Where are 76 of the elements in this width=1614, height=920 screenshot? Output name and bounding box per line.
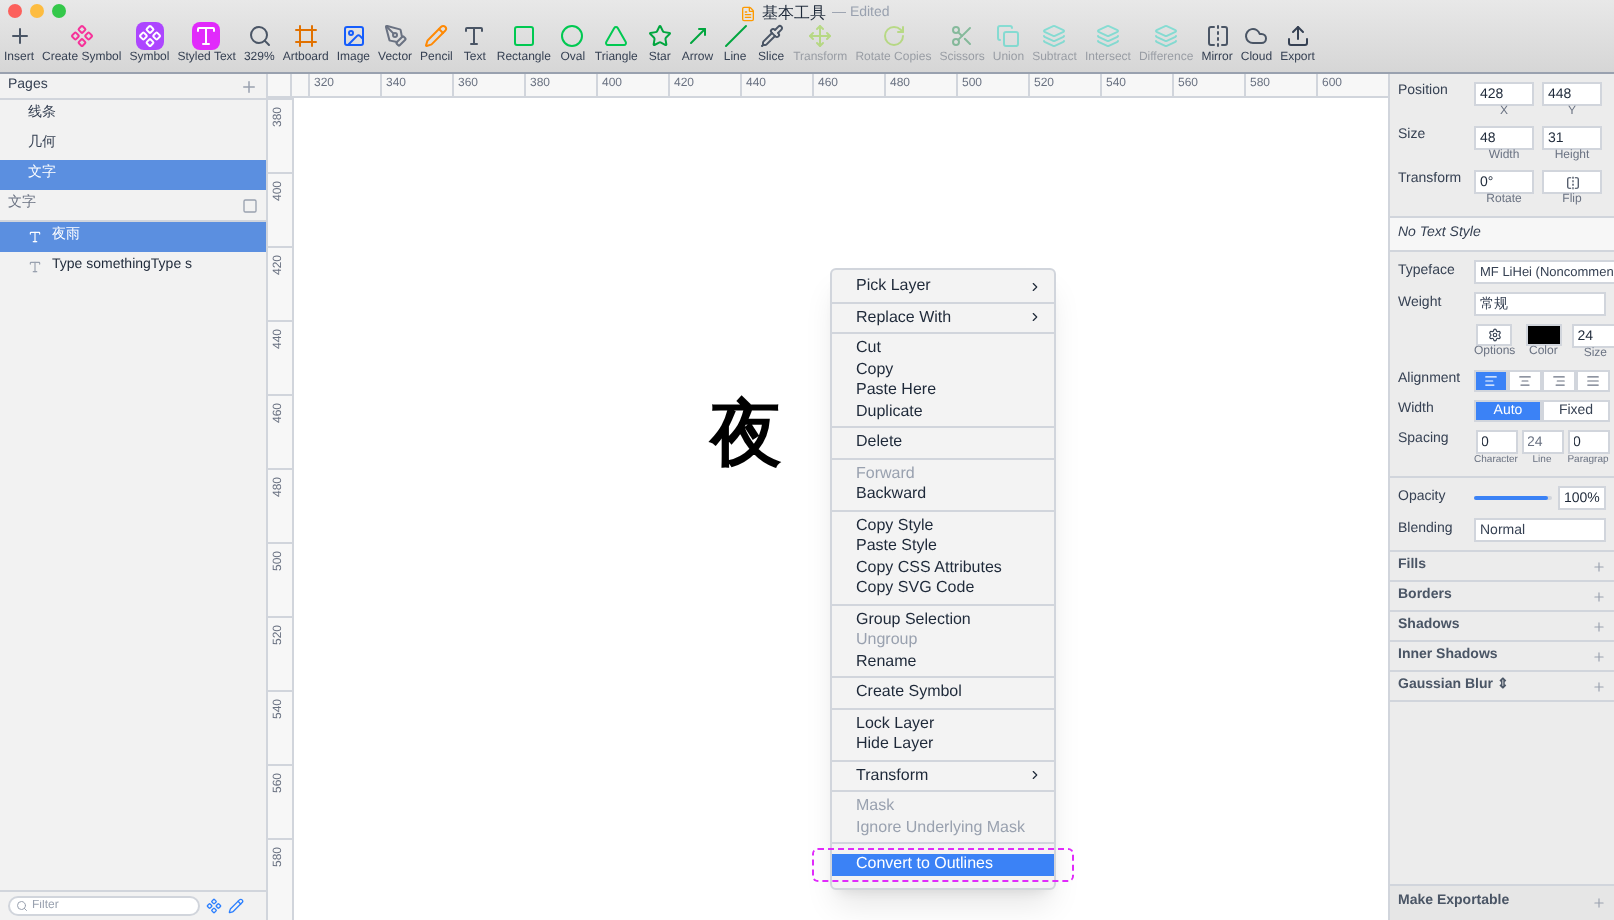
add-icon[interactable] [1592,896,1606,910]
menu-item[interactable]: Convert to Outlines [832,854,1054,875]
menu-item[interactable]: Group Selection [832,609,1054,630]
tool-icon [721,22,750,50]
menu-item[interactable]: Pick Layer [832,276,1054,297]
alignment-button[interactable] [1576,370,1610,392]
tool-icon [339,22,368,50]
canvas-text: 夜 [710,398,782,470]
tool-icon [192,22,221,50]
search-icon [16,900,28,912]
tool-icon [509,22,538,50]
menu-item[interactable]: Copy SVG Code [832,578,1054,599]
color-swatch[interactable] [1525,324,1562,346]
window-title: 基本工具 [762,2,826,26]
tool-icon [558,22,587,50]
menu-item[interactable]: Copy CSS Attributes [832,557,1054,578]
menu-item[interactable]: Backward [832,484,1054,505]
minimize-button[interactable] [30,4,44,18]
add-page-icon[interactable] [240,77,258,95]
artboard-icon[interactable] [242,197,258,213]
tool-icon [1283,22,1312,50]
zoom-button[interactable] [52,4,66,18]
flip-icon [1565,175,1579,189]
tool-icon [1093,22,1122,50]
tool-icon [245,22,274,50]
menu-item[interactable]: Replace With [832,307,1054,328]
flip-buttons[interactable] [1542,170,1602,194]
edit-icon[interactable] [228,898,244,914]
menu-item[interactable]: Duplicate [832,401,1054,422]
tool-icon [757,22,786,50]
tool-icon [948,22,977,50]
tool-icon [291,22,320,50]
gear-icon [1487,328,1502,342]
alignment-button[interactable] [1542,370,1576,392]
tool-icon [994,22,1023,50]
options-button[interactable] [1476,324,1513,346]
menu-item[interactable]: Hide Layer [832,734,1054,755]
tool-icon [1152,22,1181,50]
tool-icon [1242,22,1271,50]
alignment-button[interactable] [1508,370,1542,392]
symbol-icon[interactable] [206,898,222,914]
menu-item[interactable]: Paste Style [832,536,1054,557]
menu-item[interactable]: Cut [832,338,1054,359]
tool-icon [67,22,96,50]
tool-icon [806,22,835,50]
add-icon[interactable] [1592,619,1606,633]
document-icon [740,6,756,22]
align-icon [1552,374,1566,388]
menu-item[interactable]: Lock Layer [832,713,1054,734]
align-icon [1518,374,1532,388]
tool-icon [1203,22,1232,50]
add-icon[interactable] [1592,649,1606,663]
align-icon [1586,374,1600,388]
menu-item[interactable]: Transform [832,765,1054,786]
tool-icon [1040,22,1069,50]
add-icon[interactable] [1592,559,1606,573]
tool-icon [460,22,489,50]
menu-item[interactable]: Copy [832,359,1054,380]
add-icon[interactable] [1592,679,1606,693]
text-layer-icon [28,230,42,244]
tool-icon [422,22,451,50]
menu-item[interactable]: Rename [832,651,1054,672]
tool-icon [602,22,631,50]
tool-icon [135,22,164,50]
menu-item[interactable]: Copy Style [832,515,1054,536]
alignment-button[interactable] [1474,370,1508,392]
tool-icon [879,22,908,50]
text-layer-icon [28,260,42,274]
menu-item[interactable]: Delete [832,432,1054,453]
close-button[interactable] [8,4,22,18]
tool-icon [381,22,410,50]
tool-icon [645,22,674,50]
align-icon [1484,374,1498,388]
add-icon[interactable] [1592,589,1606,603]
menu-item[interactable]: Create Symbol [832,682,1054,703]
menu-item[interactable]: Paste Here [832,380,1054,401]
